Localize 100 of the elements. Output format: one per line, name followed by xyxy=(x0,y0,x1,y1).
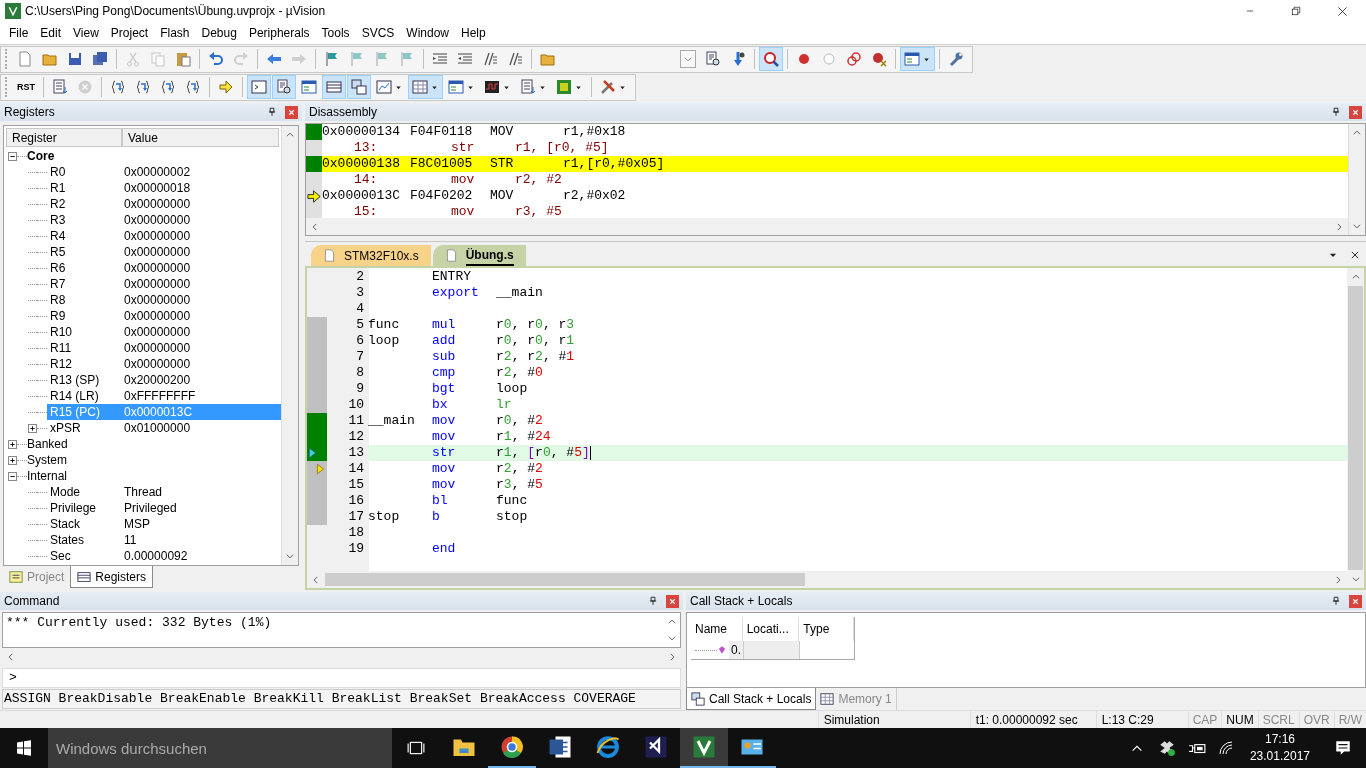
code-line[interactable]: mov r1, #24 xyxy=(368,429,1347,445)
dropdown-field[interactable] xyxy=(680,50,696,68)
tree-row[interactable]: R1 0x00000018 xyxy=(47,180,281,196)
disassembly-line[interactable]: 0x00000134 F04F0118 MOV r1,#0x18 xyxy=(322,124,1348,140)
expander-toggle[interactable] xyxy=(28,423,37,433)
list-icon xyxy=(520,79,536,95)
tree-row[interactable]: States 11 xyxy=(47,532,281,548)
code-line[interactable]: __main mov r0, #2 xyxy=(368,413,1347,429)
menu-item[interactable]: Tools xyxy=(315,24,356,42)
horizontal-scrollbar[interactable] xyxy=(306,218,1348,235)
expander-toggle[interactable] xyxy=(8,455,17,465)
menu-item[interactable]: Help xyxy=(455,24,492,42)
group-name[interactable]: System xyxy=(27,451,67,469)
vertical-scrollbar[interactable] xyxy=(1347,268,1364,588)
line-number: 3 xyxy=(355,284,365,303)
tree-row[interactable]: R2 0x00000000 xyxy=(47,196,281,212)
expander-toggle[interactable] xyxy=(8,151,17,161)
toolbar-button[interactable] xyxy=(900,47,935,71)
pin-icon[interactable] xyxy=(1331,107,1341,117)
vertical-scrollbar[interactable] xyxy=(281,126,298,565)
close-button[interactable] xyxy=(666,594,679,608)
search-field[interactable]: Windows durchsuchen xyxy=(48,728,392,768)
tree-row[interactable]: R6 0x00000000 xyxy=(47,260,281,276)
menu-item[interactable]: Debug xyxy=(195,24,243,42)
group-name[interactable]: Internal xyxy=(27,467,68,485)
code-line[interactable]: stop b stop xyxy=(368,509,1347,525)
tree-row[interactable]: Stack MSP xyxy=(47,516,281,532)
clock-time[interactable]: 17:16 xyxy=(1264,731,1295,748)
code-line[interactable]: mov r3, #5 xyxy=(368,477,1347,493)
editor-tab[interactable]: STM32F10x.s xyxy=(311,245,431,266)
column-header[interactable]: Register xyxy=(6,128,122,147)
tree-row[interactable]: Privilege Privileged xyxy=(47,500,281,516)
menu-item[interactable]: Flash xyxy=(154,24,196,42)
code-line[interactable]: bx lr xyxy=(368,397,1347,413)
restore-icon[interactable] xyxy=(1291,6,1301,16)
close-icon[interactable] xyxy=(1350,250,1360,260)
code-line[interactable]: cmp r2, #0 xyxy=(368,365,1347,381)
code-line[interactable]: mov r2, #2 xyxy=(368,461,1347,477)
group-name[interactable]: Core xyxy=(27,147,55,165)
toolbar-button[interactable] xyxy=(759,47,783,71)
panel-tab[interactable]: Call Stack + Locals xyxy=(686,688,817,710)
pin-icon[interactable] xyxy=(1331,596,1341,606)
code-line[interactable]: bgt loop xyxy=(368,381,1347,397)
tree-row[interactable]: Mode Thread xyxy=(47,484,281,500)
disassembly-line[interactable]: 0x0000013C F04F0202 MOV r2,#0x02 xyxy=(322,188,1348,204)
box-check-icon[interactable] xyxy=(1157,739,1176,757)
menu-item[interactable]: File xyxy=(3,24,35,42)
column-header[interactable]: Type xyxy=(799,617,854,641)
menu-item[interactable]: Project xyxy=(104,24,155,42)
register-value: 11 xyxy=(124,532,137,549)
close-button[interactable] xyxy=(1349,105,1362,119)
vertical-scrollbar[interactable] xyxy=(1348,124,1365,235)
tree-row[interactable]: R11 0x00000000 xyxy=(47,340,281,356)
code-line[interactable]: loop add r0, r0, r1 xyxy=(368,333,1347,349)
menu-item[interactable]: Window xyxy=(400,24,455,42)
pin-icon[interactable] xyxy=(267,107,277,117)
wifi-icon[interactable] xyxy=(1217,740,1234,756)
tree-row[interactable]: R8 0x00000000 xyxy=(47,292,281,308)
code-line[interactable]: end xyxy=(368,541,1347,557)
tree-row[interactable]: R3 0x00000000 xyxy=(47,212,281,228)
tree-row[interactable]: R10 0x00000000 xyxy=(47,324,281,340)
taskbar-app-button[interactable] xyxy=(680,728,728,768)
tree-row[interactable]: Sec 0.00000092 xyxy=(47,548,281,564)
tree-row[interactable]: R13 (SP) 0x20000200 xyxy=(47,372,281,388)
close-button[interactable] xyxy=(1349,594,1362,608)
menu-item[interactable]: Peripherals xyxy=(242,24,316,42)
tree-row[interactable]: R14 (LR) 0xFFFFFFFF xyxy=(47,388,281,404)
close-icon[interactable] xyxy=(1337,5,1348,17)
code-line[interactable]: export __main xyxy=(368,285,1347,301)
source-line[interactable]: 15: mov r3, #5 xyxy=(322,204,1348,218)
panel-tab[interactable]: Registers xyxy=(70,566,154,588)
source-line[interactable]: 14: mov r2, #2 xyxy=(322,172,1348,188)
tree-row[interactable]: R5 0x00000000 xyxy=(47,244,281,260)
horizontal-scrollbar[interactable] xyxy=(307,571,1347,588)
source-line[interactable]: 13: str r1, [r0, #5] xyxy=(322,140,1348,156)
reset-button[interactable]: RST xyxy=(13,75,39,99)
tree-row[interactable]: R12 0x00000000 xyxy=(47,356,281,372)
group-name[interactable]: Banked xyxy=(27,435,68,453)
notification-icon[interactable] xyxy=(1334,739,1352,757)
tree-row[interactable]: R4 0x00000000 xyxy=(47,228,281,244)
tree-row[interactable]: R7 0x00000000 xyxy=(47,276,281,292)
column-header[interactable]: Value xyxy=(122,128,279,147)
pin-icon[interactable] xyxy=(648,596,658,606)
close-button[interactable] xyxy=(285,105,298,119)
tree-row[interactable]: R9 0x00000000 xyxy=(47,308,281,324)
code-line[interactable]: ENTRY xyxy=(368,269,1347,285)
command-input-field[interactable]: > xyxy=(2,668,681,688)
menu-item[interactable]: Edit xyxy=(34,24,68,42)
expander-toggle[interactable] xyxy=(8,471,17,481)
menu-item[interactable]: SVCS xyxy=(355,24,401,42)
clock-date[interactable]: 23.01.2017 xyxy=(1249,748,1310,765)
editor-tab[interactable]: Übung.s xyxy=(432,245,526,266)
menu-item[interactable]: View xyxy=(67,24,105,42)
expander-toggle[interactable] xyxy=(8,439,17,449)
tree-row[interactable]: R0 0x00000002 xyxy=(47,164,281,180)
tree-row[interactable]: xPSR 0x01000000 xyxy=(47,420,281,436)
register-name: States xyxy=(49,532,86,549)
code-line[interactable]: sub r2, r2, #1 xyxy=(368,349,1347,365)
code-line[interactable]: func mul r0, r0, r3 xyxy=(368,317,1347,333)
code-line[interactable]: bl func xyxy=(368,493,1347,509)
